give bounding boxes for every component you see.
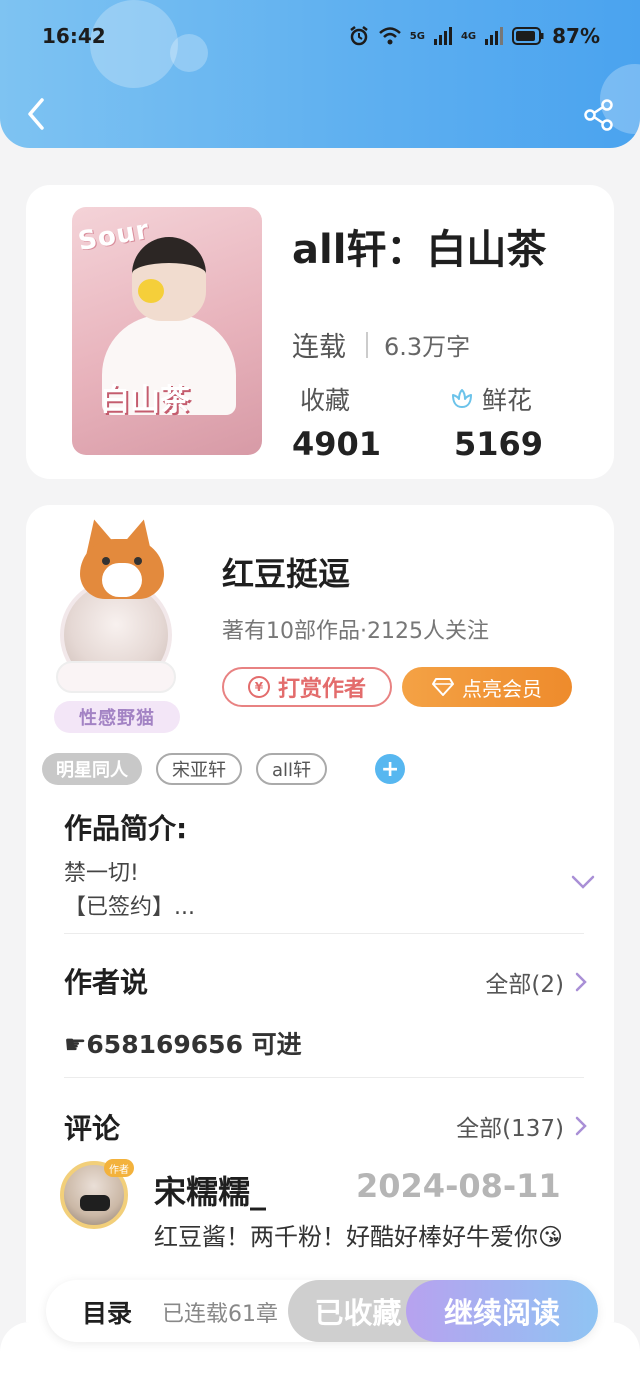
book-cover[interactable]: Sour 白山茶 — [72, 207, 262, 455]
diamond-icon — [432, 678, 454, 696]
serial-chapters-label: 已连载61章 — [162, 1302, 278, 1327]
corgi-eye — [134, 557, 142, 565]
tip-author-label: 打赏作者 — [277, 677, 366, 702]
comment-text[interactable]: 红豆酱！两千粉！好酷好棒好牛爱你😘 — [154, 1221, 574, 1253]
author-says-title: 作者说 — [64, 966, 149, 999]
tip-author-button[interactable]: ¥ 打赏作者 — [222, 667, 392, 707]
continue-reading-button[interactable]: 继续阅读 — [406, 1280, 598, 1342]
book-status: 连载 — [292, 332, 346, 363]
add-tag-icon[interactable]: + — [375, 754, 406, 784]
author-stats: 著有10部作品·2125人关注 — [222, 619, 489, 644]
chevron-right-icon — [575, 972, 587, 992]
signal-5g-icon — [433, 27, 452, 45]
battery-percent: 87% — [552, 24, 600, 48]
favorites-label: 收藏 — [300, 381, 350, 417]
status-bar: 16:42 5G 4G 87% — [0, 18, 640, 54]
share-icon[interactable] — [582, 98, 616, 132]
flowers-label[interactable]: 鲜花 — [450, 381, 532, 417]
corgi-snout — [102, 563, 142, 597]
tag-chip[interactable]: all轩 — [256, 753, 328, 785]
status-icons: 5G 4G 87% — [348, 24, 600, 48]
chevron-down-icon[interactable] — [570, 873, 596, 891]
corgi-eye — [102, 557, 110, 565]
author-says-more-link[interactable]: 全部(2) — [485, 965, 588, 999]
yen-icon: ¥ — [247, 676, 270, 698]
comments-more-label: 全部(137) — [456, 1116, 564, 1142]
author-avatar[interactable]: 性感野猫 — [46, 515, 196, 733]
author-badge: 作者 — [104, 1159, 134, 1177]
book-title: all轩：白山茶 — [292, 227, 547, 273]
comments-more-link[interactable]: 全部(137) — [456, 1109, 588, 1143]
continue-reading-label: 继续阅读 — [443, 1296, 560, 1330]
collected-label: 已收藏 — [314, 1296, 402, 1330]
intro-title: 作品简介: — [64, 812, 188, 845]
vip-button[interactable]: 点亮会员 — [402, 667, 572, 707]
toc-button[interactable]: 目录 — [82, 1294, 132, 1330]
chevron-right-icon — [575, 1116, 587, 1136]
intro-line: 禁一切! — [64, 861, 139, 886]
status-time: 16:42 — [42, 24, 106, 48]
bottom-action-bar: 目录 已连载61章 已收藏 继续阅读 — [46, 1280, 598, 1342]
comment-avatar[interactable]: 作者 — [60, 1159, 134, 1229]
alarm-icon — [350, 26, 368, 46]
avatar-frame-badge: 性感野猫 — [54, 701, 180, 733]
info-card: 性感野猫 红豆挺逗 著有10部作品·2125人关注 ¥ 打赏作者 点亮会员 明星… — [26, 505, 614, 1387]
intro-text: 禁一切! 【已签约】... — [64, 857, 195, 925]
book-card: Sour 白山茶 all轩：白山茶 连载 6.3万字 收藏 4901 鲜花 51… — [26, 185, 614, 479]
flowers-label-text: 鲜花 — [482, 386, 533, 415]
author-says-more-label: 全部(2) — [485, 972, 564, 998]
comments-title: 评论 — [64, 1112, 121, 1145]
comment-date: 2024-08-11 — [356, 1167, 561, 1205]
signal-4g-label: 4G — [460, 30, 477, 42]
author-says-text: ☛658169656 可进 — [64, 1030, 302, 1059]
comment-username[interactable]: 宋糯糯_ — [154, 1167, 266, 1213]
favorites-label-text: 收藏 — [300, 386, 351, 415]
flowers-value: 5169 — [454, 425, 544, 463]
favorites-value: 4901 — [292, 425, 382, 463]
vip-label: 点亮会员 — [462, 676, 542, 701]
cover-figure-face — [132, 237, 206, 321]
book-meta: 连载 6.3万字 — [292, 325, 470, 364]
avatar-frame-cloud — [56, 661, 176, 693]
back-icon[interactable] — [22, 96, 50, 132]
intro-line: 【已签约】... — [64, 895, 195, 920]
book-word-count: 6.3万字 — [384, 333, 471, 361]
signal-4g-icon — [485, 27, 504, 45]
meta-divider — [366, 331, 368, 358]
cover-duck — [138, 279, 164, 303]
tag-list: 明星同人 宋亚轩 all轩 + — [42, 753, 406, 785]
corgi-frame-icon — [80, 539, 164, 599]
avatar-mask — [80, 1195, 110, 1211]
tag-chip[interactable]: 明星同人 — [42, 753, 142, 785]
divider — [64, 1077, 584, 1078]
tag-chip[interactable]: 宋亚轩 — [156, 753, 242, 785]
header: 16:42 5G 4G 87% — [0, 0, 640, 148]
battery-icon — [512, 27, 544, 45]
divider — [64, 933, 584, 934]
cover-tag: 白山茶 — [100, 383, 190, 418]
author-name[interactable]: 红豆挺逗 — [222, 549, 350, 595]
wifi-icon — [378, 27, 401, 45]
signal-5g-label: 5G — [409, 30, 425, 42]
flower-icon — [452, 389, 472, 408]
